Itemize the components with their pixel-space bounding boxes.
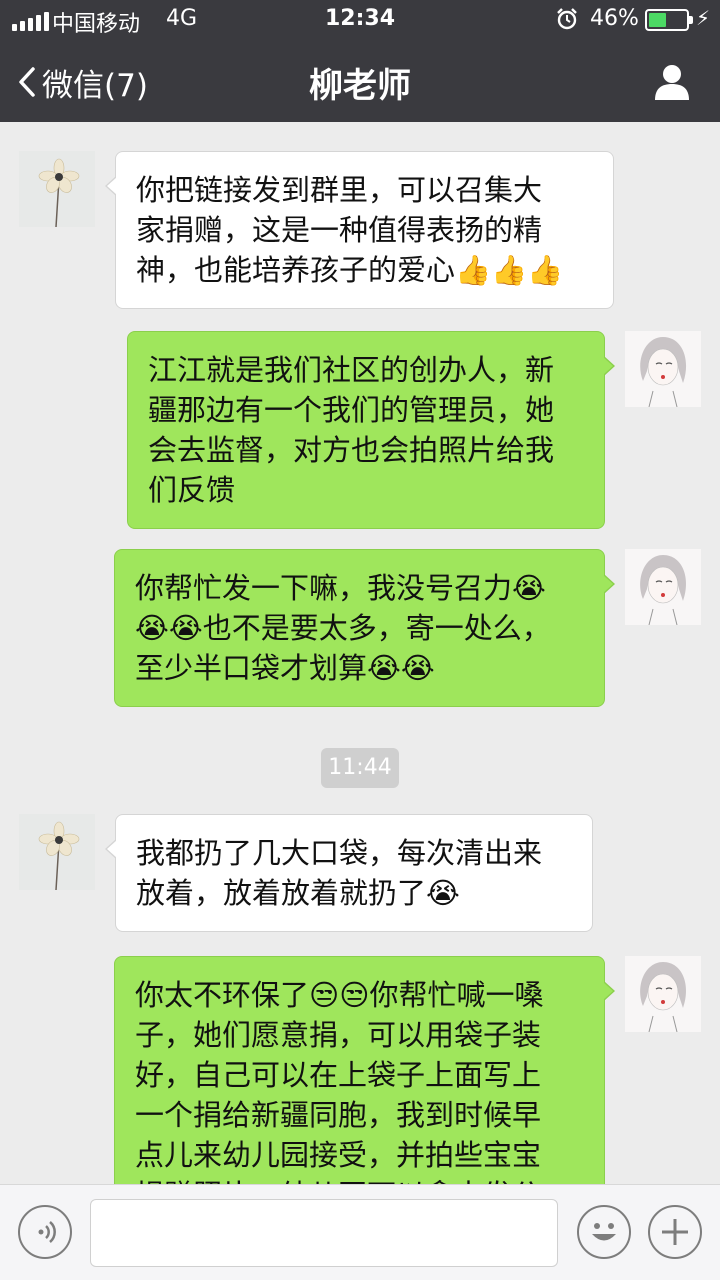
top-bar: 中国移动 4G 12:34 46% ⚡ 微信(7) 柳老师 (0, 0, 720, 122)
emoji-button[interactable] (577, 1205, 631, 1259)
message-timestamp: 11:44 (321, 748, 399, 788)
contact-profile-icon[interactable] (652, 62, 692, 102)
girl-avatar[interactable] (625, 549, 701, 625)
flower-avatar[interactable] (19, 814, 95, 890)
voice-input-button[interactable] (18, 1205, 72, 1259)
girl-avatar[interactable] (625, 331, 701, 407)
more-options-button[interactable] (648, 1205, 702, 1259)
input-bar (0, 1184, 720, 1280)
chat-area[interactable]: 你把链接发到群里，可以召集大 家捐赠，这是一种值得表扬的精 神，也能培养孩子的爱… (0, 122, 720, 1184)
flower-avatar[interactable] (19, 151, 95, 227)
chat-title: 柳老师 (309, 66, 411, 106)
battery-percentage: 46% (590, 6, 639, 31)
alarm-clock-icon (557, 8, 577, 30)
girl-avatar[interactable] (625, 956, 701, 1032)
message-bubble[interactable]: 江江就是我们社区的创办人，新 疆那边有一个我们的管理员，她 会去监督，对方也会拍… (127, 331, 615, 529)
message-bubble[interactable]: 你把链接发到群里，可以召集大 家捐赠，这是一种值得表扬的精 神，也能培养孩子的爱… (105, 151, 614, 309)
smiley-icon (592, 1223, 616, 1241)
message-input[interactable] (90, 1199, 558, 1267)
voice-wave-icon (38, 1221, 56, 1243)
charging-bolt-icon: ⚡ (696, 6, 711, 30)
battery-fill (649, 13, 666, 27)
message-bubble[interactable]: 我都扔了几大口袋，每次清出来 放着，放着放着就扔了😭 (105, 814, 593, 932)
status-bar: 中国移动 4G 12:34 46% ⚡ (0, 0, 720, 40)
battery-icon (645, 9, 693, 31)
message-bubble[interactable]: 你帮忙发一下嘛，我没号召力😭 😭😭也不是要太多，寄一处么， 至少半口袋才划算😭😭 (114, 549, 615, 707)
plus-icon (662, 1219, 688, 1245)
message-bubble[interactable]: 你太不环保了😒😒你帮忙喊一嗓 子，她们愿意捐，可以用袋子装 好，自己可以在上袋子… (114, 956, 615, 1184)
